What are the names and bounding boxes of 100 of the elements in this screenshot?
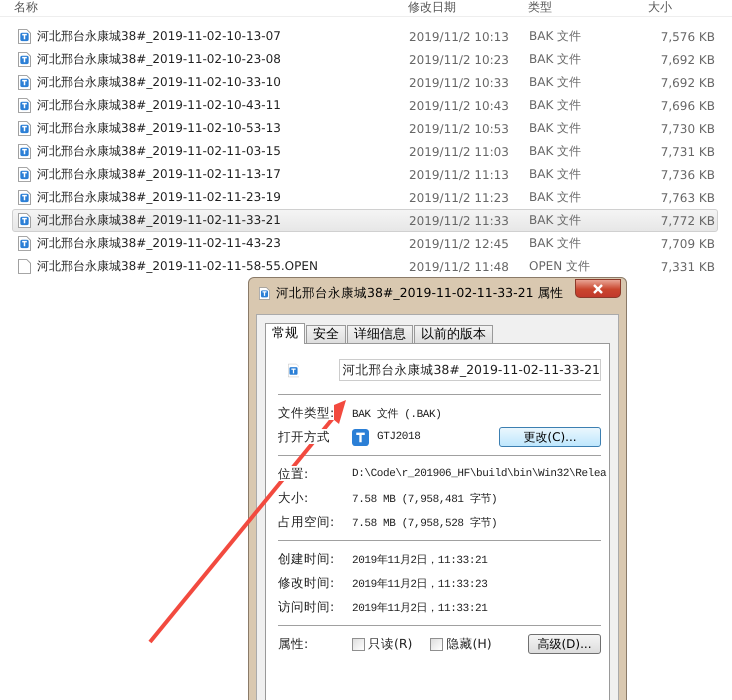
- column-header[interactable]: 大小: [648, 0, 672, 14]
- modified-date: 2019/11/2 10:43: [409, 98, 510, 112]
- file-icon: [18, 259, 31, 274]
- property-label: 创建时间:: [278, 550, 334, 566]
- checkbox[interactable]: 只读(R): [352, 636, 412, 652]
- modified-date: 2019/11/2 11:03: [409, 144, 510, 158]
- modified-date: 2019/11/2 10:33: [409, 76, 510, 90]
- property-label: 位置:: [278, 466, 308, 480]
- file-type: BAK 文件: [529, 143, 582, 160]
- file-icon: [18, 75, 31, 90]
- column-header[interactable]: 修改日期: [408, 0, 456, 14]
- dialog-title: 河北邢台永康城38#_2019-11-02-11-33-21 属性: [276, 284, 564, 302]
- file-icon: [18, 213, 31, 228]
- file-name-field[interactable]: 河北邢台永康城38#_2019-11-02-11-33-21: [339, 359, 601, 381]
- property-value: 2019年11月2日，11:33:21: [352, 553, 488, 566]
- close-button[interactable]: [575, 279, 621, 298]
- column-header[interactable]: 名称: [14, 0, 38, 14]
- modified-date: 2019/11/2 11:23: [409, 190, 510, 204]
- advanced-button[interactable]: 高级(D)...: [528, 634, 601, 654]
- file-name: 河北邢台永康城38#_2019-11-02-11-13-17: [37, 166, 282, 183]
- checkbox[interactable]: 隐藏(H): [430, 636, 492, 652]
- file-type: BAK 文件: [529, 97, 582, 114]
- file-type: BAK 文件: [529, 166, 582, 183]
- file-icon: [18, 121, 31, 136]
- tab[interactable]: 详细信息: [347, 325, 413, 343]
- file-row[interactable]: 河北邢台永康城38#_2019-11-02-11-13-17 2019/11/2 11:13 BAK 文件 7,736 KB: [12, 163, 718, 186]
- file-size: 7,730 KB: [660, 122, 716, 136]
- file-icon: [18, 236, 31, 251]
- modified-date: 2019/11/2 10:13: [409, 30, 510, 44]
- file-icon: [18, 190, 31, 205]
- file-icon: [18, 167, 31, 182]
- property-value: 7.58 MB (7,958,528 字节): [352, 516, 498, 530]
- file-size: 7,772 KB: [660, 214, 716, 228]
- property-value: 2019年11月2日，11:33:21: [352, 601, 488, 614]
- file-name: 河北邢台永康城38#_2019-11-02-10-13-07: [37, 28, 282, 45]
- modified-date: 2019/11/2 11:48: [409, 260, 510, 274]
- property-value: GTJ2018: [377, 431, 420, 443]
- file-name: 河北邢台永康城38#_2019-11-02-11-23-19: [37, 189, 282, 206]
- file-row[interactable]: 河北邢台永康城38#_2019-11-02-10-13-07 2019/11/2 10:13 BAK 文件 7,576 KB: [12, 25, 718, 48]
- file-size: 7,576 KB: [660, 30, 716, 44]
- file-row[interactable]: 河北邢台永康城38#_2019-11-02-11-03-15 2019/11/2 11:03 BAK 文件 7,731 KB: [12, 140, 718, 163]
- file-row[interactable]: 河北邢台永康城38#_2019-11-02-10-43-11 2019/11/2 10:43 BAK 文件 7,696 KB: [12, 94, 718, 117]
- file-size: 7,736 KB: [660, 168, 716, 182]
- file-icon: [259, 286, 270, 300]
- modified-date: 2019/11/2 11:13: [409, 168, 510, 182]
- file-type: BAK 文件: [529, 74, 582, 91]
- modified-date: 2019/11/2 10:53: [409, 122, 510, 136]
- change-button[interactable]: 更改(C)...: [499, 427, 601, 447]
- file-type: BAK 文件: [529, 212, 582, 229]
- modified-date: 2019/11/2 12:45: [409, 236, 510, 250]
- file-type: BAK 文件: [529, 28, 582, 45]
- file-name: 河北邢台永康城38#_2019-11-02-11-33-21: [37, 212, 282, 229]
- property-label: 大小:: [278, 490, 308, 504]
- file-name: 河北邢台永康城38#_2019-11-02-11-58-55.OPEN: [37, 258, 319, 275]
- file-name: 河北邢台永康城38#_2019-11-02-11-03-15: [37, 143, 282, 160]
- file-type: BAK 文件: [529, 51, 582, 68]
- property-label: 属性:: [278, 636, 308, 650]
- file-row[interactable]: 河北邢台永康城38#_2019-11-02-11-58-55.OPEN 2019/11/2 11:48 OPEN 文件 7,331 KB: [12, 255, 718, 278]
- file-size: 7,331 KB: [660, 260, 716, 274]
- modified-date: 2019/11/2 11:33: [409, 214, 510, 228]
- file-size: 7,696 KB: [660, 98, 716, 112]
- file-icon: [18, 144, 31, 159]
- file-name: 河北邢台永康城38#_2019-11-02-10-53-13: [37, 120, 282, 137]
- property-value: BAK 文件 (.BAK): [352, 406, 442, 420]
- property-label: 占用空间:: [278, 514, 334, 528]
- file-name: 河北邢台永康城38#_2019-11-02-11-43-23: [37, 235, 282, 252]
- file-size: 7,692 KB: [660, 52, 716, 66]
- modified-date: 2019/11/2 10:23: [409, 52, 510, 66]
- close-icon: [592, 284, 604, 294]
- file-size: 7,692 KB: [660, 76, 716, 90]
- tab[interactable]: 常规: [265, 323, 305, 344]
- file-icon: [18, 29, 31, 44]
- file-type: OPEN 文件: [529, 258, 592, 275]
- property-label: 打开方式: [278, 428, 330, 444]
- file-size: 7,731 KB: [660, 144, 716, 158]
- file-name: 河北邢台永康城38#_2019-11-02-10-33-10: [37, 74, 282, 91]
- file-type: BAK 文件: [529, 189, 582, 206]
- property-label: 文件类型:: [278, 404, 334, 420]
- tab[interactable]: 以前的版本: [414, 325, 493, 343]
- file-type: BAK 文件: [529, 120, 582, 137]
- file-name: 河北邢台永康城38#_2019-11-02-10-23-08: [37, 51, 282, 68]
- file-row[interactable]: 河北邢台永康城38#_2019-11-02-11-23-19 2019/11/2 11:23 BAK 文件 7,763 KB: [12, 186, 718, 209]
- file-name: 河北邢台永康城38#_2019-11-02-10-43-11: [37, 97, 282, 114]
- file-row[interactable]: 河北邢台永康城38#_2019-11-02-10-53-13 2019/11/2 10:53 BAK 文件 7,730 KB: [12, 117, 718, 140]
- file-row[interactable]: 河北邢台永康城38#_2019-11-02-10-33-10 2019/11/2 10:33 BAK 文件 7,692 KB: [12, 71, 718, 94]
- file-row[interactable]: 河北邢台永康城38#_2019-11-02-11-43-23 2019/11/2 12:45 BAK 文件 7,709 KB: [12, 232, 718, 255]
- file-size: 7,709 KB: [660, 236, 716, 250]
- file-row[interactable]: 河北邢台永康城38#_2019-11-02-10-23-08 2019/11/2 10:23 BAK 文件 7,692 KB: [12, 48, 718, 71]
- property-label: 修改时间:: [278, 574, 334, 590]
- file-icon: [18, 98, 31, 113]
- property-label: 访问时间:: [278, 598, 334, 614]
- file-icon: [18, 52, 31, 67]
- tab[interactable]: 安全: [306, 325, 346, 343]
- property-value: 2019年11月2日，11:33:23: [352, 577, 488, 590]
- app-icon: [352, 428, 369, 446]
- property-value: D:\Code\r_201906_HF\build\bin\Win32\Relea: [352, 468, 606, 480]
- column-header[interactable]: 类型: [528, 0, 552, 14]
- file-size: 7,763 KB: [660, 190, 716, 204]
- property-value: 7.58 MB (7,958,481 字节): [352, 492, 498, 506]
- file-row[interactable]: 河北邢台永康城38#_2019-11-02-11-33-21 2019/11/2 11:33 BAK 文件 7,772 KB: [12, 209, 718, 232]
